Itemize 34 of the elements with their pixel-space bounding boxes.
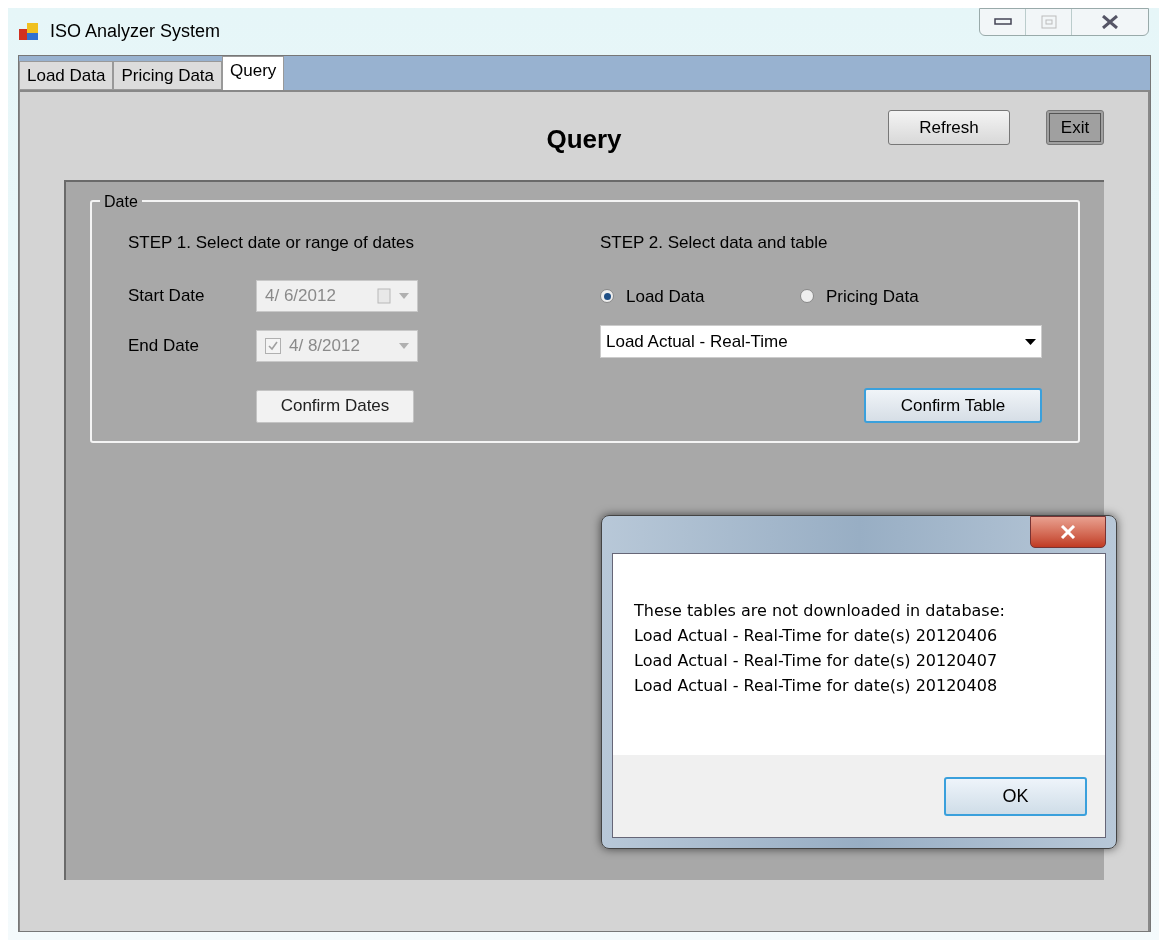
radio-button[interactable]: [600, 289, 614, 304]
dialog-close-button[interactable]: [1030, 516, 1106, 548]
field-label: Start Date: [128, 284, 206, 307]
tab[interactable]: Load Data: [19, 61, 114, 90]
ok-button[interactable]: OK: [944, 776, 1087, 816]
close-icon: [1060, 525, 1076, 539]
tab[interactable]: Query: [222, 56, 285, 90]
close-icon: [1101, 15, 1119, 29]
caret-icon: [399, 342, 409, 349]
caret-icon: [1025, 338, 1036, 345]
tab[interactable]: Pricing Data: [113, 61, 223, 90]
app-icon: [18, 20, 40, 43]
confirm-table-button[interactable]: Confirm Table: [864, 388, 1042, 423]
checkmark-icon: [267, 339, 279, 352]
step-label: STEP 1. Select date or range of dates: [128, 232, 416, 254]
minimize-icon: [993, 18, 1012, 26]
page-heading: Query: [546, 123, 622, 156]
radio-option[interactable]: Pricing Data: [800, 283, 919, 309]
maximize-icon: [1040, 15, 1057, 29]
confirm-dates-button[interactable]: Confirm Dates: [256, 389, 414, 423]
window-title: ISO Analyzer System: [50, 20, 221, 43]
message-text: Load Actual - Real-Time for date(s) 20120408: [634, 675, 999, 697]
field-label: End Date: [128, 334, 200, 357]
message-text: Load Actual - Real-Time for date(s) 20120406: [634, 625, 999, 647]
calendar-icon: [377, 287, 391, 304]
table-dropdown[interactable]: Load Actual - Real-Time: [600, 325, 1042, 358]
radio-button[interactable]: [800, 289, 814, 304]
step-label: STEP 2. Select data and table: [600, 232, 829, 254]
exit-button[interactable]: Exit: [1046, 110, 1104, 145]
radio-option[interactable]: Load Data: [600, 283, 800, 309]
message-text: These tables are not downloaded in database:: [634, 600, 1006, 622]
message-text: Load Actual - Real-Time for date(s) 20120407: [634, 650, 999, 672]
refresh-button[interactable]: Refresh: [888, 110, 1010, 145]
caret-icon: [399, 292, 409, 299]
